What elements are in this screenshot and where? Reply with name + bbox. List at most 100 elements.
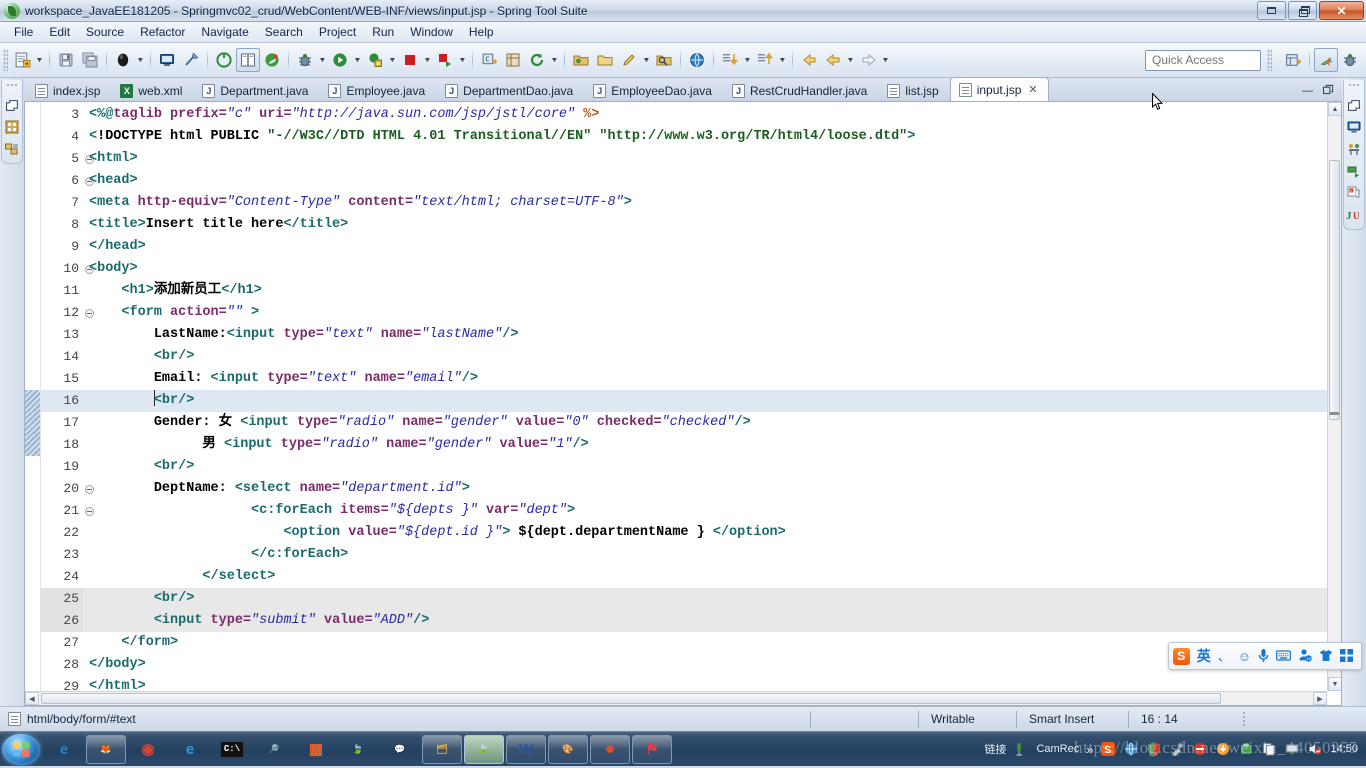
console-icon[interactable] (155, 48, 179, 72)
code-line[interactable]: <c:forEach items="${depts }" var="dept"> (83, 500, 1341, 522)
taskbar-search-tool-icon[interactable]: 🔎 (254, 735, 294, 764)
code-line[interactable]: </head> (83, 236, 1341, 258)
taskbar-paint-icon[interactable]: 🎨 (548, 734, 588, 764)
code-line[interactable]: </form> (83, 632, 1341, 654)
code-line[interactable]: <form action="" > (83, 302, 1341, 324)
code-line[interactable]: <!DOCTYPE html PUBLIC "-//W3C//DTD HTML … (83, 126, 1341, 148)
debug-dropdown[interactable] (317, 48, 328, 72)
code-line[interactable]: <br/> (83, 390, 1341, 412)
taskbar-explorer-icon[interactable]: 🗂 (422, 734, 462, 764)
spring-icon[interactable] (260, 48, 284, 72)
menu-file[interactable]: File (6, 23, 41, 41)
boot-dashboard-icon[interactable] (111, 48, 135, 72)
taskbar-sts-icon[interactable]: 🍃 (338, 735, 378, 764)
code-line[interactable]: DeptName: <select name="department.id"> (83, 478, 1341, 500)
network-icon[interactable] (1123, 741, 1139, 757)
marker-dropdown[interactable] (641, 48, 652, 72)
code-line[interactable]: <head> (83, 170, 1341, 192)
keyboard-icon[interactable] (1276, 649, 1292, 663)
new-wizard-dropdown[interactable] (34, 48, 45, 72)
volume-mute-icon[interactable] (1307, 741, 1323, 757)
code-line[interactable]: <h1>添加新员工</h1> (83, 280, 1341, 302)
previous-annotation-dropdown[interactable] (777, 48, 788, 72)
tray-overflow-button[interactable]: » (1086, 742, 1093, 757)
tools-icon[interactable] (1169, 741, 1185, 757)
security-icon[interactable] (1192, 741, 1208, 757)
taskbar-flag-tool-icon[interactable]: ⚑ (632, 734, 672, 764)
code-line[interactable]: <body> (83, 258, 1341, 280)
rail-grip[interactable] (6, 83, 18, 88)
junit-view-icon[interactable]: JU (1346, 207, 1362, 223)
new-wizard-icon[interactable] (10, 48, 34, 72)
minimize-editor-button[interactable]: — (1302, 85, 1313, 97)
code-editor[interactable]: 3 4 5 6 7 8 9 10 11 12 13 14 15 16 17 18 19 20 21 22 23 24 25 2… (24, 102, 1342, 706)
refresh-icon[interactable] (525, 48, 549, 72)
taskbar-wechat-icon[interactable]: 💬 (380, 735, 420, 764)
terminate-icon[interactable] (398, 48, 422, 72)
editor-tab-departmentdao-java[interactable]: J DepartmentDao.java (436, 79, 584, 101)
scroll-up-button[interactable]: ▲ (1328, 102, 1341, 116)
search-icon[interactable] (652, 48, 676, 72)
rail-grip[interactable] (1348, 83, 1360, 88)
overview-marker[interactable] (1330, 412, 1339, 415)
backward-icon[interactable] (821, 48, 845, 72)
taskbar-edge-icon[interactable]: e (170, 735, 210, 764)
shield-icon[interactable] (1146, 741, 1162, 757)
editor-tab-input-jsp[interactable]: input.jsp ✕ (949, 77, 1049, 101)
code-line[interactable]: 男 <input type="radio" name="gender" valu… (83, 434, 1341, 456)
sogou-ime-logo-icon[interactable]: S (1172, 647, 1190, 665)
back-icon[interactable] (797, 48, 821, 72)
taskbar-office-icon[interactable]: ▦ (296, 735, 336, 764)
run-last-icon[interactable] (433, 48, 457, 72)
next-annotation-dropdown[interactable] (742, 48, 753, 72)
servers-view-icon[interactable] (1346, 141, 1362, 157)
punctuation-icon[interactable]: 、 (1218, 650, 1231, 663)
run-dropdown[interactable] (352, 48, 363, 72)
skin-icon[interactable] (1319, 649, 1333, 664)
code-line[interactable]: Gender: 女 <input type="radio" name="gend… (83, 412, 1341, 434)
taskbar-sts-window-icon[interactable]: 🍃 (464, 734, 504, 764)
safe-icon[interactable] (1238, 741, 1254, 757)
menu-search[interactable]: Search (257, 23, 311, 41)
new-class-icon[interactable]: C (477, 48, 501, 72)
code-line[interactable]: <html> (83, 148, 1341, 170)
refresh-dropdown[interactable] (549, 48, 560, 72)
editor-tab-employeedao-java[interactable]: J EmployeeDao.java (584, 79, 723, 101)
menu-source[interactable]: Source (78, 23, 132, 41)
boot-dashboard-view-icon[interactable] (1346, 163, 1362, 179)
camrec-icon[interactable] (1013, 741, 1029, 757)
taskbar-chrome-icon[interactable]: ◉ (128, 735, 168, 764)
save-icon[interactable] (54, 48, 78, 72)
console-view-icon[interactable] (1346, 119, 1362, 135)
sogou-icon[interactable]: S (1100, 741, 1116, 757)
run-external-dropdown[interactable] (387, 48, 398, 72)
toolbox-icon[interactable] (1340, 648, 1353, 664)
debug-perspective-icon[interactable] (1338, 48, 1362, 72)
editor-tab-employee-java[interactable]: J Employee.java (319, 79, 436, 101)
code-text-area[interactable]: <%@taglib prefix="c" uri="http://java.su… (83, 102, 1341, 705)
problems-view-icon[interactable]: x (1346, 185, 1362, 201)
editor-tab-index-jsp[interactable]: index.jsp (26, 79, 111, 101)
code-line[interactable]: <br/> (83, 456, 1341, 478)
spring-perspective-icon[interactable] (1314, 48, 1338, 72)
minimize-button[interactable] (1257, 1, 1286, 20)
code-line[interactable]: <title>Insert title here</title> (83, 214, 1341, 236)
toolbar-grip[interactable] (1267, 49, 1272, 71)
scroll-down-button[interactable]: ▼ (1328, 677, 1341, 691)
code-line[interactable]: LastName:<input type="text" name="lastNa… (83, 324, 1341, 346)
boot-dashboard-dropdown[interactable] (135, 48, 146, 72)
restore-view-icon[interactable] (4, 97, 20, 113)
breadcrumb[interactable]: html/body/form/#text (0, 712, 136, 726)
menu-help[interactable]: Help (461, 23, 502, 41)
menu-window[interactable]: Window (402, 23, 461, 41)
package-explorer-icon[interactable] (4, 119, 20, 135)
quick-access-input[interactable] (1145, 49, 1261, 71)
horizontal-scroll-thumb[interactable] (41, 693, 1221, 704)
copy-icon[interactable] (1261, 741, 1277, 757)
windows-start-orb[interactable] (2, 733, 40, 765)
marker-icon[interactable] (617, 48, 641, 72)
code-line[interactable]: <%@taglib prefix="c" uri="http://java.su… (83, 104, 1341, 126)
taskbar-firefox-icon[interactable]: 🦊 (86, 734, 126, 764)
scroll-right-button[interactable]: ▶ (1313, 692, 1327, 705)
taskbar-cmd-icon[interactable]: C:\ (212, 735, 252, 764)
